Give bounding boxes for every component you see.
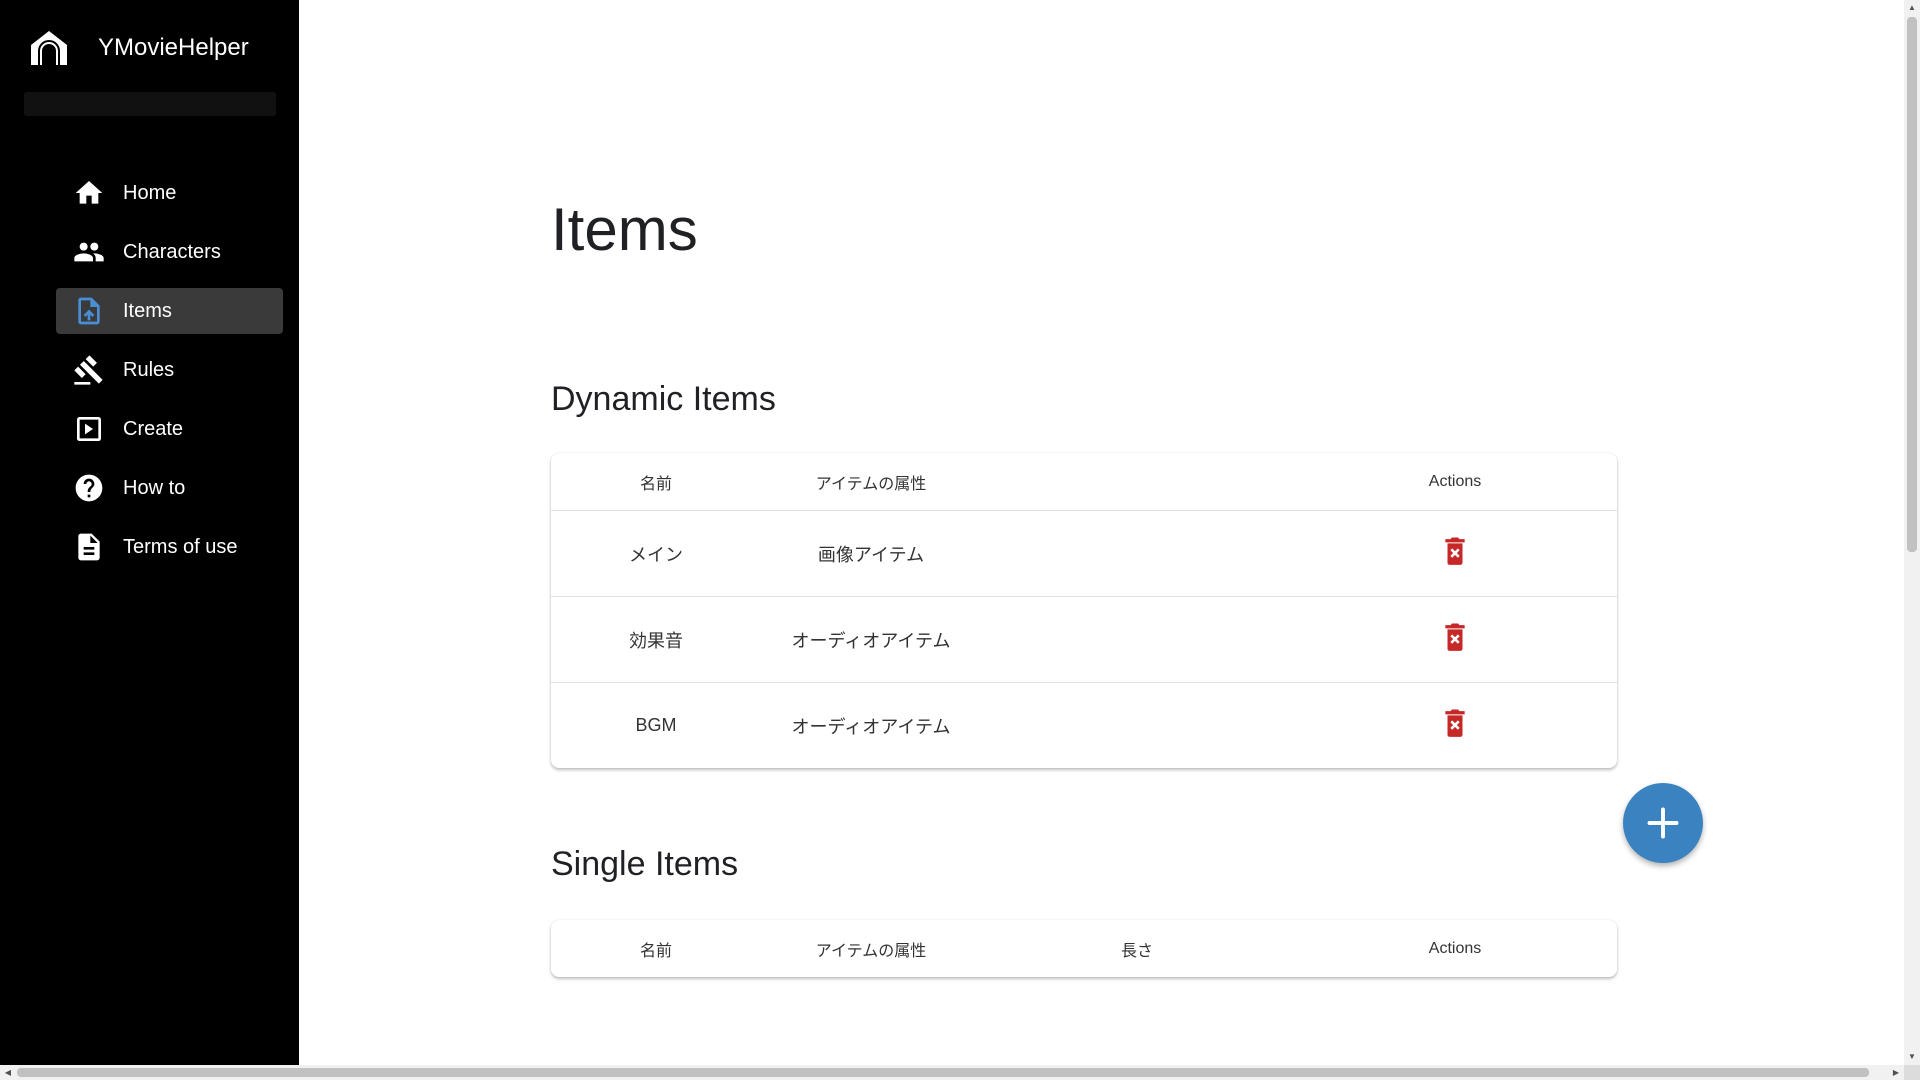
sidebar-item-rules[interactable]: Rules — [56, 347, 283, 393]
item-type-cell: オーディオアイテム — [791, 716, 951, 737]
sidebar-item-label: Home — [123, 181, 177, 204]
dynamic-items-table: 名前 アイテムの属性 Actions メイン 画像アイテム 効果音 オーディオア… — [551, 453, 1617, 768]
dynamic-items-heading: Dynamic Items — [551, 380, 776, 418]
sidebar-search-bar[interactable] — [24, 92, 276, 116]
scroll-up-icon[interactable]: ▲ — [1904, 0, 1920, 16]
sidebar-item-label: How to — [123, 476, 186, 499]
column-header-type[interactable]: アイテムの属性 — [761, 920, 981, 977]
delete-icon[interactable] — [1438, 707, 1472, 741]
actions-cell — [1293, 596, 1617, 683]
item-type-cell: オーディオアイテム — [761, 596, 981, 683]
vertical-scroll-thumb[interactable] — [1907, 17, 1917, 552]
sidebar-item-label: Create — [123, 417, 184, 440]
horizontal-scroll-thumb[interactable] — [17, 1068, 1869, 1077]
people-icon — [73, 236, 105, 268]
app-name: YMovieHelper — [98, 34, 249, 61]
column-header-name[interactable]: 名前 — [551, 453, 761, 511]
scroll-down-icon[interactable]: ▼ — [1904, 1049, 1920, 1065]
delete-icon[interactable] — [1438, 621, 1472, 655]
vertical-scrollbar[interactable]: ▲ ▼ — [1904, 0, 1920, 1065]
scroll-left-icon[interactable]: ◀ — [0, 1065, 16, 1080]
column-header-actions: Actions — [1293, 453, 1617, 511]
scrollbar-corner — [1904, 1065, 1920, 1080]
single-items-table: 名前 アイテムの属性 長さ Actions — [551, 920, 1617, 977]
plus-icon — [1647, 807, 1679, 839]
table-header-row: 名前 アイテムの属性 Actions — [551, 453, 1617, 511]
sidebar-nav: Home Characters Items Rules Create How t… — [56, 170, 283, 583]
home-signal-icon — [31, 31, 67, 65]
sidebar-item-label: Characters — [123, 240, 221, 263]
sidebar: YMovieHelper Home Characters Items Rules… — [0, 0, 299, 1065]
horizontal-scrollbar[interactable]: ◀ ▶ — [0, 1065, 1904, 1080]
delete-icon[interactable] — [1438, 535, 1472, 569]
sidebar-item-terms-of-use[interactable]: Terms of use — [56, 524, 283, 570]
sidebar-item-create[interactable]: Create — [56, 406, 283, 452]
sidebar-item-label: Items — [123, 299, 172, 322]
play-box-icon — [73, 413, 105, 445]
empty-cell — [981, 683, 1293, 769]
page-title: Items — [551, 196, 698, 263]
brand[interactable]: YMovieHelper — [28, 26, 249, 70]
home-icon — [73, 177, 105, 209]
item-name-cell: メイン — [551, 510, 761, 597]
table-row[interactable]: 効果音 オーディオアイテム — [551, 596, 1617, 683]
main-content: Items Dynamic Items 名前 アイテムの属性 Actions メ… — [299, 0, 1904, 1065]
empty-cell — [981, 596, 1293, 683]
sidebar-item-label: Terms of use — [123, 535, 238, 558]
gavel-icon — [73, 354, 105, 386]
actions-cell — [1293, 683, 1617, 769]
column-header-empty — [981, 453, 1293, 511]
sidebar-item-characters[interactable]: Characters — [56, 229, 283, 275]
table-row[interactable]: BGM オーディオアイテム — [551, 683, 1617, 769]
document-icon — [73, 531, 105, 563]
sidebar-item-home[interactable]: Home — [56, 170, 283, 216]
single-items-heading: Single Items — [551, 845, 739, 883]
column-header-type[interactable]: アイテムの属性 — [761, 453, 981, 511]
sidebar-item-how-to[interactable]: How to — [56, 465, 283, 511]
help-circle-icon — [73, 472, 105, 504]
item-type-cell: 画像アイテム — [761, 510, 981, 597]
file-upload-icon — [73, 295, 105, 327]
table-header-row: 名前 アイテムの属性 長さ Actions — [551, 920, 1617, 977]
column-header-actions: Actions — [1428, 939, 1482, 957]
sidebar-item-label: Rules — [123, 358, 175, 381]
actions-cell — [1293, 510, 1617, 597]
add-item-button[interactable] — [1623, 783, 1703, 863]
column-header-length[interactable]: 長さ — [981, 920, 1293, 977]
item-name-cell: 効果音 — [551, 596, 761, 683]
item-name-cell: BGM — [635, 715, 677, 735]
scroll-right-icon[interactable]: ▶ — [1888, 1065, 1904, 1080]
app-window: YMovieHelper Home Characters Items Rules… — [0, 0, 1920, 1080]
table-row[interactable]: メイン 画像アイテム — [551, 510, 1617, 597]
column-header-name[interactable]: 名前 — [551, 920, 761, 977]
sidebar-item-items[interactable]: Items — [56, 288, 283, 334]
empty-cell — [981, 510, 1293, 597]
